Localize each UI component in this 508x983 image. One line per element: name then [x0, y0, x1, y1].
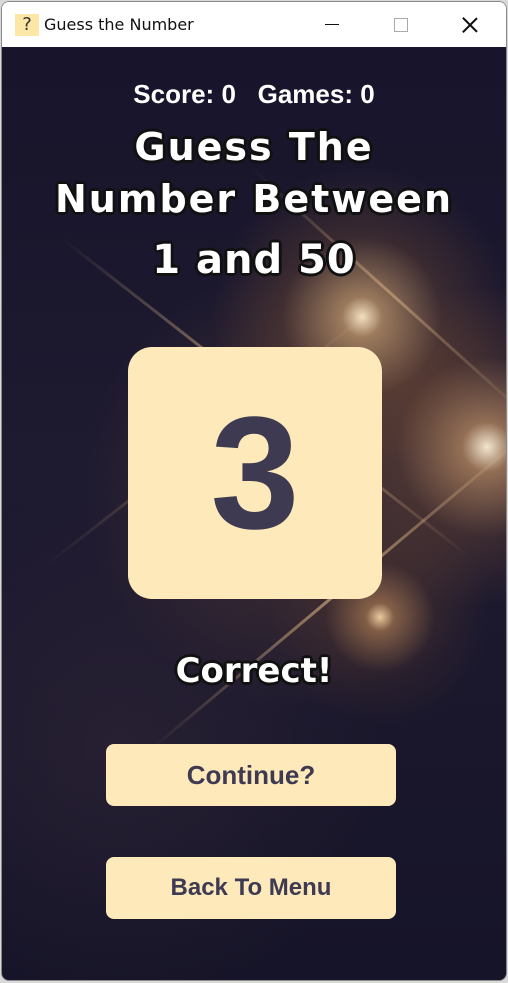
range-text: 1 and 50	[152, 237, 356, 283]
minimize-icon	[325, 24, 339, 25]
question-mark-icon: ?	[15, 14, 39, 36]
continue-button[interactable]: Continue?	[106, 744, 396, 806]
close-icon	[462, 17, 478, 33]
number-card: 3	[128, 347, 382, 599]
heading-line-1: Guess The	[134, 125, 374, 169]
maximize-icon	[394, 17, 408, 32]
maximize-button[interactable]	[378, 2, 424, 47]
close-button[interactable]	[447, 2, 493, 47]
back-to-menu-button[interactable]: Back To Menu	[106, 857, 396, 919]
app-window: ? Guess the Number Score: 0 Games: 0 Gue…	[1, 1, 507, 981]
score-bar: Score: 0 Games: 0	[2, 79, 506, 110]
heading-line-2: Number Between	[55, 177, 453, 221]
score-label: Score:	[133, 79, 215, 109]
score-value: 0	[221, 79, 236, 109]
title-bar[interactable]: ? Guess the Number	[2, 2, 506, 47]
games-value: 0	[360, 79, 375, 109]
window-title: Guess the Number	[44, 15, 194, 34]
games-label: Games:	[257, 79, 353, 109]
minimize-button[interactable]	[309, 2, 355, 47]
game-screen: Score: 0 Games: 0 Guess The Number Betwe…	[2, 47, 506, 980]
result-message: Correct!	[175, 651, 333, 691]
guessed-number: 3	[210, 383, 300, 562]
